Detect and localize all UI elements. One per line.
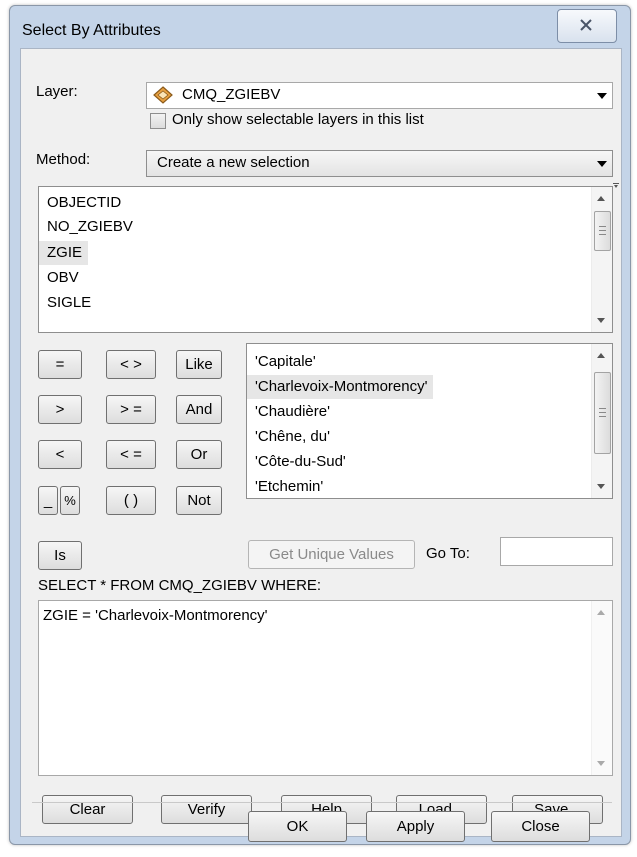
layer-dropdown-arrow[interactable] [592,83,612,108]
query-header: SELECT * FROM CMQ_ZGIEBV WHERE: [38,577,322,594]
values-listbox[interactable]: 'Capitale' 'Charlevoix-Montmorency' 'Cha… [246,343,613,499]
scroll-down-icon[interactable] [597,484,605,489]
method-combo-value: Create a new selection [157,154,310,171]
scroll-up-icon[interactable] [597,196,605,201]
chevron-down-icon [597,93,607,99]
value-item[interactable]: 'Côte-du-Sud' [247,450,346,474]
goto-input[interactable] [500,537,613,566]
operator-greater-equal-button[interactable]: > = [106,395,156,424]
ok-button[interactable]: OK [248,811,347,842]
fields-scrollbar[interactable] [591,187,612,332]
operator-or-button[interactable]: Or [176,440,222,469]
operator-less-button[interactable]: < [38,440,82,469]
values-scrollbar[interactable] [591,344,612,498]
value-item[interactable]: 'Capitale' [247,350,316,374]
method-dropdown-arrow[interactable] [592,151,612,176]
scrollbar-thumb[interactable] [594,211,611,251]
method-combo[interactable]: Create a new selection [146,150,613,177]
operator-parentheses-button[interactable]: ( ) [106,486,156,515]
scroll-up-icon[interactable] [597,353,605,358]
dialog-title: Select By Attributes [22,22,161,39]
operator-percent-button[interactable]: % [60,486,80,515]
operator-like-button[interactable]: Like [176,350,222,379]
fields-listbox[interactable]: OBJECTID NO_ZGIEBV ZGIE OBV SIGLE [38,186,613,333]
value-item[interactable]: 'Chaudière' [247,400,330,424]
field-item-no-zgiebv[interactable]: NO_ZGIEBV [39,215,133,239]
method-label: Method: [36,151,91,168]
operator-underscore-button[interactable]: _ [38,486,58,515]
layer-label: Layer: [36,83,78,100]
verify-button[interactable]: Verify [161,795,252,824]
chevron-down-icon [597,161,607,167]
get-unique-values-button[interactable]: Get Unique Values [248,540,415,569]
scroll-down-icon[interactable] [597,318,605,323]
window-close-button[interactable] [557,9,617,43]
query-expression-text: ZGIE = 'Charlevoix-Montmorency' [43,607,268,624]
scrollbar-thumb[interactable] [594,372,611,454]
layer-combo[interactable]: CMQ_ZGIEBV [146,82,613,109]
scroll-up-icon[interactable] [597,610,605,615]
selectable-only-label: Only show selectable layers in this list [172,111,424,128]
operator-not-button[interactable]: Not [176,486,222,515]
close-x-icon [580,19,592,31]
close-button[interactable]: Close [491,811,590,842]
operator-less-equal-button[interactable]: < = [106,440,156,469]
operator-and-button[interactable]: And [176,395,222,424]
value-item[interactable]: 'Etchemin' [247,475,323,498]
title-bar[interactable]: Select By Attributes [10,6,630,48]
goto-label: Go To: [426,545,470,562]
operator-is-button[interactable]: Is [38,541,82,570]
layer-diamond-icon [153,86,173,104]
apply-button[interactable]: Apply [366,811,465,842]
list-resize-icon [613,183,619,184]
field-item-objectid[interactable]: OBJECTID [39,191,121,215]
query-scrollbar[interactable] [591,601,612,775]
operator-not-equal-button[interactable]: < > [106,350,156,379]
resize-arrow-icon [614,185,618,188]
dialog-client-area: Layer: CMQ_ZGIEBV Only show selectable l… [20,48,622,837]
value-item[interactable]: 'Chêne, du' [247,425,330,449]
operator-equals-button[interactable]: = [38,350,82,379]
dialog-window: Select By Attributes Layer: CMQ_ZGIEBV O… [9,5,631,845]
query-expression-textarea[interactable]: ZGIE = 'Charlevoix-Montmorency' [38,600,613,776]
selectable-only-checkbox[interactable] [150,113,166,129]
field-item-obv[interactable]: OBV [39,266,79,290]
operator-greater-button[interactable]: > [38,395,82,424]
field-item-sigle[interactable]: SIGLE [39,291,91,315]
clear-button[interactable]: Clear [42,795,133,824]
field-item-zgie[interactable]: ZGIE [39,241,89,265]
value-item-selected[interactable]: 'Charlevoix-Montmorency' [247,375,434,399]
footer-separator [32,802,612,803]
layer-combo-value: CMQ_ZGIEBV [182,86,281,103]
scroll-down-icon[interactable] [597,761,605,766]
